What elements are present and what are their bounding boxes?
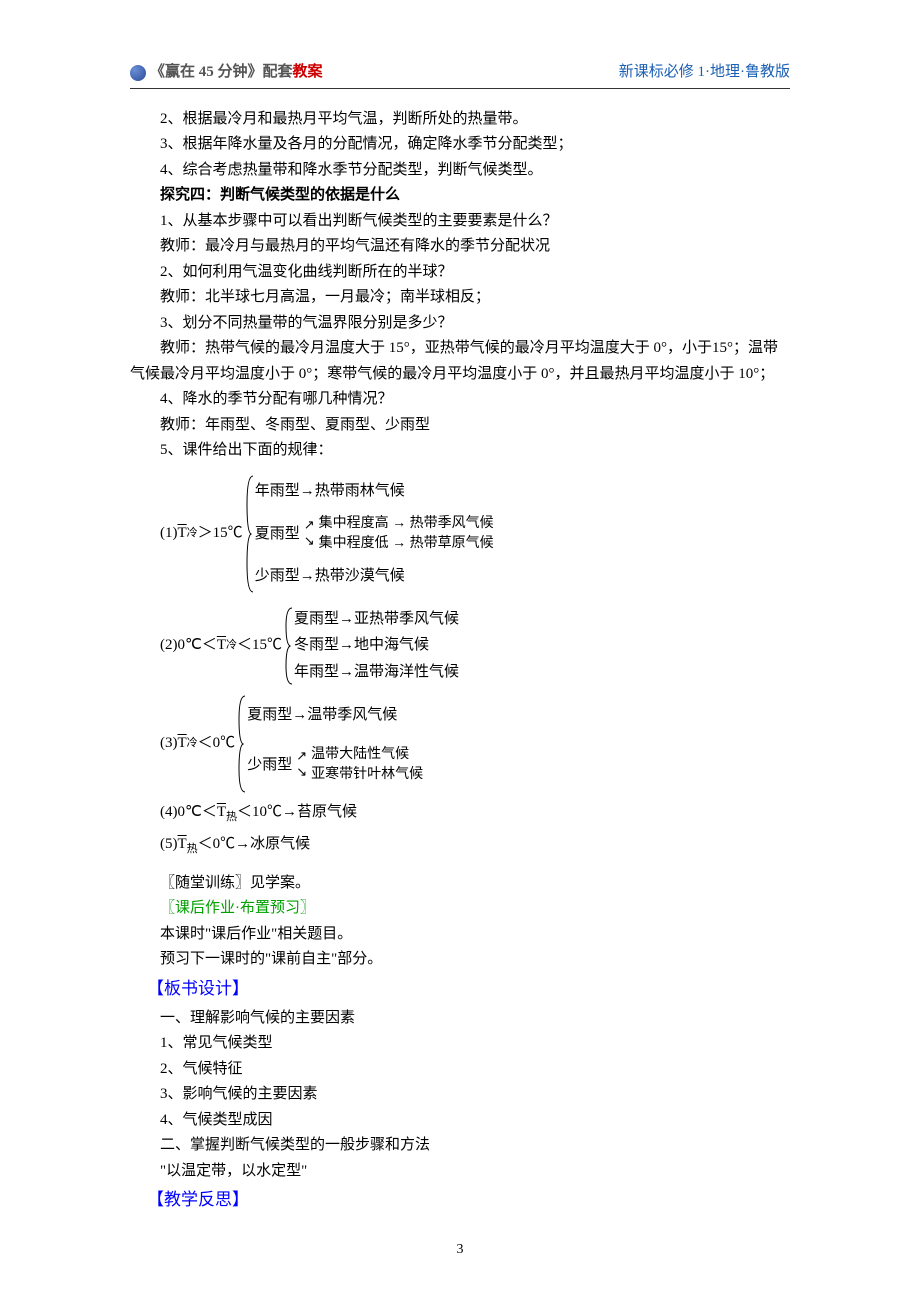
rule-1-condition: (1)T冷＞15℃ bbox=[160, 474, 245, 594]
rule-5: (5)T热＜0℃→冰原气候 bbox=[160, 832, 790, 859]
branch-icon: 温带大陆性气候 亚寒带针叶林气候 bbox=[296, 745, 423, 784]
rule-1-b: 夏雨型 集中程度高 → 热带季风气候 集中程度低 → 热带草原气候 bbox=[255, 514, 494, 553]
paragraph: 预习下一课时的"课前自主"部分。 bbox=[130, 947, 790, 973]
rule-1-options: 年雨型→热带雨林气候 夏雨型 集中程度高 → 热带季风气候 集中程度低 → 热带… bbox=[253, 474, 494, 594]
paragraph: 1、常见气候类型 bbox=[130, 1031, 790, 1057]
rule-3-a: 夏雨型→温带季风气候 bbox=[247, 703, 423, 727]
rule-3-options: 夏雨型→温带季风气候 少雨型 温带大陆性气候 亚寒带针叶林气候 bbox=[245, 694, 423, 794]
rule-2-a: 夏雨型→亚热带季风气候 bbox=[294, 607, 459, 631]
rule-2-b: 冬雨型→地中海气候 bbox=[294, 633, 459, 657]
brace-icon bbox=[284, 606, 292, 686]
paragraph: 教师：北半球七月高温，一月最冷；南半球相反； bbox=[130, 285, 790, 311]
brace-icon bbox=[245, 474, 253, 594]
paragraph: 教师：最冷月与最热月的平均气温还有降水的季节分配状况 bbox=[130, 234, 790, 260]
paragraph: 教师：热带气候的最冷月温度大于 15°，亚热带气候的最冷月平均温度大于 0°，小… bbox=[130, 336, 790, 387]
branch-icon: 集中程度高 → 热带季风气候 集中程度低 → 热带草原气候 bbox=[304, 514, 494, 553]
paragraph: 3、根据年降水量及各月的分配情况，确定降水季节分配类型； bbox=[130, 132, 790, 158]
section-heading: 探究四：判断气候类型的依据是什么 bbox=[130, 183, 790, 209]
paragraph: 〖随堂训练〗见学案。 bbox=[130, 871, 790, 897]
rule-1-c: 少雨型→热带沙漠气候 bbox=[255, 564, 494, 588]
book-logo-icon bbox=[130, 65, 146, 81]
rule-3-condition: (3)T冷＜0℃ bbox=[160, 694, 237, 794]
page-header: 《赢在 45 分钟》配套教案 新课标必修 1·地理·鲁教版 bbox=[130, 60, 790, 89]
paragraph: 4、气候类型成因 bbox=[130, 1108, 790, 1134]
rule-4: (4)0℃＜T热＜10℃→苔原气候 bbox=[160, 800, 790, 827]
rule-1-a: 年雨型→热带雨林气候 bbox=[255, 479, 494, 503]
paragraph: 2、根据最冷月和最热月平均气温，判断所处的热量带。 bbox=[130, 107, 790, 133]
paragraph: 2、气候特征 bbox=[130, 1057, 790, 1083]
page-number: 3 bbox=[0, 1238, 920, 1262]
paragraph: 二、掌握判断气候类型的一般步骤和方法 bbox=[130, 1133, 790, 1159]
brace-icon bbox=[237, 694, 245, 794]
series-title: 《赢在 45 分钟》配套教案 bbox=[150, 60, 323, 86]
rule-3-b: 少雨型 温带大陆性气候 亚寒带针叶林气候 bbox=[247, 745, 423, 784]
paragraph: 3、影响气候的主要因素 bbox=[130, 1082, 790, 1108]
blue-heading: 【教学反思】 bbox=[130, 1186, 790, 1215]
paragraph: 1、从基本步骤中可以看出判断气候类型的主要要素是什么？ bbox=[130, 209, 790, 235]
header-right: 新课标必修 1·地理·鲁教版 bbox=[619, 60, 790, 86]
blue-heading: 【板书设计】 bbox=[130, 975, 790, 1004]
rule-2-condition: (2)0℃＜T冷＜15℃ bbox=[160, 606, 284, 686]
rule-2: (2)0℃＜T冷＜15℃ 夏雨型→亚热带季风气候 冬雨型→地中海气候 年雨型→温… bbox=[160, 606, 790, 686]
paragraph: 本课时"课后作业"相关题目。 bbox=[130, 922, 790, 948]
header-left: 《赢在 45 分钟》配套教案 bbox=[130, 60, 323, 86]
rule-1: (1)T冷＞15℃ 年雨型→热带雨林气候 夏雨型 集中程度高 → 热带季风气候 … bbox=[160, 474, 790, 594]
paragraph: 3、划分不同热量带的气温界限分别是多少？ bbox=[130, 311, 790, 337]
paragraph: "以温定带，以水定型" bbox=[130, 1159, 790, 1185]
green-heading: 〖课后作业·布置预习〗 bbox=[130, 896, 790, 922]
paragraph: 4、降水的季节分配有哪几种情况？ bbox=[130, 387, 790, 413]
rule-2-options: 夏雨型→亚热带季风气候 冬雨型→地中海气候 年雨型→温带海洋性气候 bbox=[292, 606, 459, 686]
rule-2-c: 年雨型→温带海洋性气候 bbox=[294, 660, 459, 684]
paragraph: 4、综合考虑热量带和降水季节分配类型，判断气候类型。 bbox=[130, 158, 790, 184]
paragraph: 2、如何利用气温变化曲线判断所在的半球？ bbox=[130, 260, 790, 286]
paragraph: 5、课件给出下面的规律： bbox=[130, 438, 790, 464]
series-title-suffix: 教案 bbox=[293, 64, 323, 80]
paragraph: 一、理解影响气候的主要因素 bbox=[130, 1006, 790, 1032]
series-title-prefix: 《赢在 45 分钟》配套 bbox=[150, 64, 293, 80]
paragraph: 教师：年雨型、冬雨型、夏雨型、少雨型 bbox=[130, 413, 790, 439]
rule-3: (3)T冷＜0℃ 夏雨型→温带季风气候 少雨型 温带大陆性气候 亚寒带针叶林气候 bbox=[160, 694, 790, 794]
document-content: 2、根据最冷月和最热月平均气温，判断所处的热量带。 3、根据年降水量及各月的分配… bbox=[130, 107, 790, 1216]
